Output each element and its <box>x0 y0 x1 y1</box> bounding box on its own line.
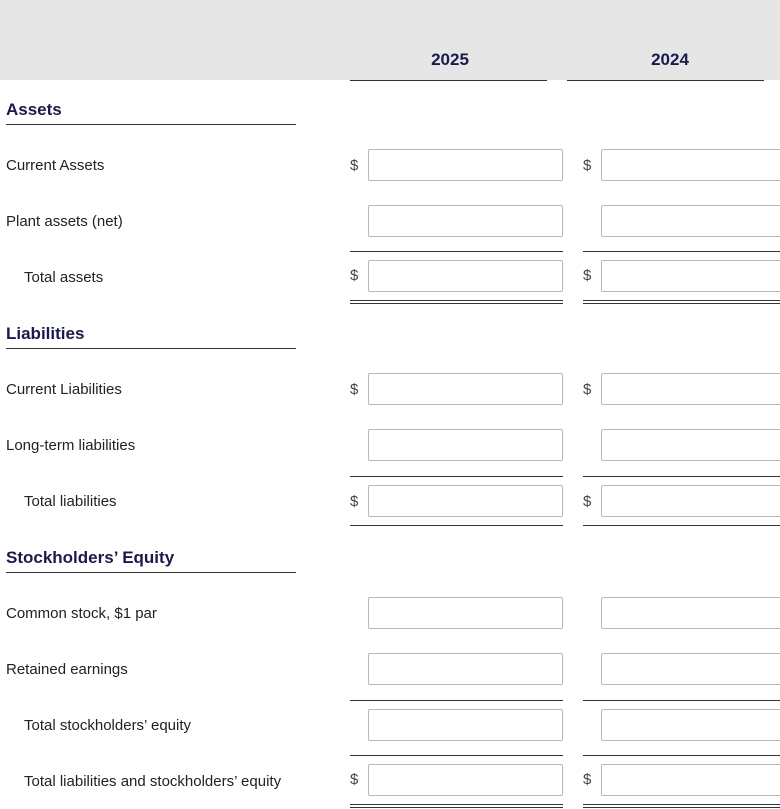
input-total-liabilities-2024[interactable] <box>601 485 780 517</box>
currency-symbol: $ <box>583 771 601 788</box>
row-current-liabilities: Current Liabilities $ $ <box>0 361 780 417</box>
label-plant-assets: Plant assets (net) <box>6 213 340 230</box>
table-header: 2025 2024 <box>0 0 780 80</box>
input-total-liabilities-and-equity-2024[interactable] <box>601 764 780 796</box>
label-total-liabilities: Total liabilities <box>6 493 340 510</box>
currency-symbol: $ <box>583 267 601 284</box>
input-total-liabilities-2025[interactable] <box>368 485 563 517</box>
input-total-stockholders-equity-2025[interactable] <box>368 709 563 741</box>
input-total-assets-2025[interactable] <box>368 260 563 292</box>
label-total-stockholders-equity: Total stockholders’ equity <box>6 717 340 734</box>
section-equity: Stockholders’ Equity <box>0 529 780 585</box>
input-retained-earnings-2025[interactable] <box>368 653 563 685</box>
currency-symbol: $ <box>350 493 368 510</box>
input-longterm-liabilities-2025[interactable] <box>368 429 563 461</box>
section-assets: Assets <box>0 81 780 137</box>
label-current-assets: Current Assets <box>6 157 340 174</box>
section-title-assets: Assets <box>6 100 296 125</box>
input-common-stock-2024[interactable] <box>601 597 780 629</box>
currency-symbol: $ <box>350 771 368 788</box>
input-current-liabilities-2024[interactable] <box>601 373 780 405</box>
input-total-stockholders-equity-2024[interactable] <box>601 709 780 741</box>
currency-symbol: $ <box>350 267 368 284</box>
row-current-assets: Current Assets $ $ <box>0 137 780 193</box>
row-retained-earnings: Retained earnings $ $ <box>0 641 780 697</box>
section-title-equity: Stockholders’ Equity <box>6 548 296 573</box>
currency-symbol: $ <box>583 381 601 398</box>
currency-symbol: $ <box>583 157 601 174</box>
input-current-assets-2024[interactable] <box>601 149 780 181</box>
input-current-liabilities-2025[interactable] <box>368 373 563 405</box>
row-plant-assets: Plant assets (net) $ $ <box>0 193 780 249</box>
currency-symbol: $ <box>583 493 601 510</box>
section-title-liabilities: Liabilities <box>6 324 296 349</box>
row-longterm-liabilities: Long-term liabilities $ $ <box>0 417 780 473</box>
input-plant-assets-2024[interactable] <box>601 205 780 237</box>
row-total-stockholders-equity: Total stockholders’ equity $ $ <box>0 697 780 753</box>
row-total-assets: Total assets $ $ <box>0 249 780 305</box>
row-total-liabilities-and-equity: Total liabilities and stockholders’ equi… <box>0 753 780 809</box>
input-total-liabilities-and-equity-2025[interactable] <box>368 764 563 796</box>
currency-symbol: $ <box>350 157 368 174</box>
label-total-liabilities-and-equity: Total liabilities and stockholders’ equi… <box>6 773 340 790</box>
currency-symbol: $ <box>350 381 368 398</box>
input-retained-earnings-2024[interactable] <box>601 653 780 685</box>
section-liabilities: Liabilities <box>0 305 780 361</box>
label-retained-earnings: Retained earnings <box>6 661 340 678</box>
column-header-2025: 2025 <box>350 50 550 80</box>
label-total-assets: Total assets <box>6 269 340 286</box>
row-common-stock: Common stock, $1 par $ $ <box>0 585 780 641</box>
input-total-assets-2024[interactable] <box>601 260 780 292</box>
row-total-liabilities: Total liabilities $ $ <box>0 473 780 529</box>
label-current-liabilities: Current Liabilities <box>6 381 340 398</box>
column-header-2024: 2024 <box>570 50 770 80</box>
input-current-assets-2025[interactable] <box>368 149 563 181</box>
label-longterm-liabilities: Long-term liabilities <box>6 437 340 454</box>
label-common-stock: Common stock, $1 par <box>6 605 340 622</box>
input-common-stock-2025[interactable] <box>368 597 563 629</box>
input-plant-assets-2025[interactable] <box>368 205 563 237</box>
input-longterm-liabilities-2024[interactable] <box>601 429 780 461</box>
